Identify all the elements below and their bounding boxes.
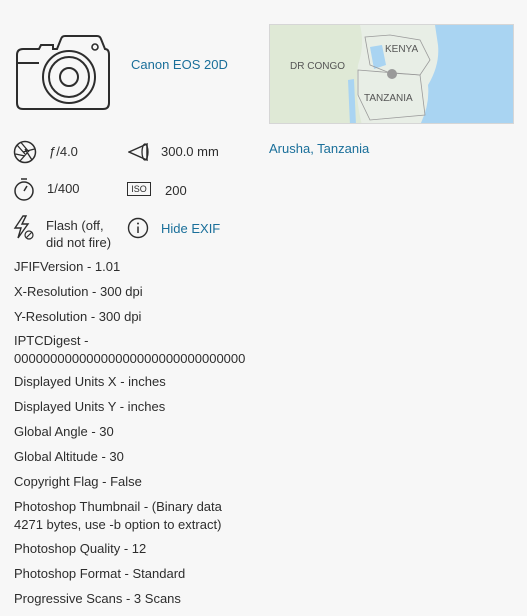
flash-off-icon — [13, 215, 34, 240]
exif-item-iptc-digest: IPTCDigest - — [14, 333, 89, 348]
aperture-icon — [13, 140, 37, 164]
stopwatch-icon — [14, 178, 34, 201]
exif-item-displayed-units-x: Displayed Units X - inches — [14, 374, 166, 389]
camera-icon — [16, 35, 110, 110]
exif-item-progressive-scans: Progressive Scans - 3 Scans — [14, 591, 181, 606]
flash-status-line-2: did not fire) — [46, 235, 112, 250]
exif-item-iptc-digest-value: 00000000000000000000000000000000 — [14, 351, 246, 366]
exif-item-photoshop-thumbnail: Photoshop Thumbnail - (Binary data — [14, 499, 222, 514]
location-link[interactable]: Arusha, Tanzania — [269, 141, 369, 156]
camera-model-link[interactable]: Canon EOS 20D — [131, 57, 228, 72]
map-graphic: DR CONGO KENYA TANZANIA — [270, 25, 513, 123]
focal-length-icon — [128, 142, 149, 162]
map-label-tanzania: TANZANIA — [364, 93, 413, 104]
map-label-kenya: KENYA — [385, 44, 418, 55]
exif-panel: Canon EOS 20D DR CONGO KENYA TANZANIA Ar… — [0, 0, 527, 616]
iso-icon: ISO — [127, 182, 151, 196]
iso-value: 200 — [165, 183, 187, 198]
info-icon[interactable] — [127, 217, 149, 239]
exif-item-copyright-flag: Copyright Flag - False — [14, 474, 142, 489]
location-map[interactable]: DR CONGO KENYA TANZANIA — [269, 24, 514, 124]
hide-exif-link[interactable]: Hide EXIF — [161, 221, 220, 236]
flash-status: Flash (off, did not fire) — [46, 217, 111, 251]
flash-status-line-1: Flash (off, — [46, 218, 104, 233]
exif-item-displayed-units-y: Displayed Units Y - inches — [14, 399, 166, 414]
exif-item-global-angle: Global Angle - 30 — [14, 424, 114, 439]
exif-item-y-resolution: Y-Resolution - 300 dpi — [14, 309, 142, 324]
exif-item-x-resolution: X-Resolution - 300 dpi — [14, 284, 143, 299]
exif-item-photoshop-format: Photoshop Format - Standard — [14, 566, 186, 581]
exif-item-global-altitude: Global Altitude - 30 — [14, 449, 124, 464]
map-label-dr-congo: DR CONGO — [290, 61, 345, 72]
shutter-speed-value: 1/400 — [47, 181, 80, 196]
exif-item-jfif-version: JFIFVersion - 1.01 — [14, 259, 121, 274]
aperture-value: ƒ/4.0 — [49, 144, 78, 159]
exif-item-photoshop-thumbnail-cont: 4271 bytes, use -b option to extract) — [14, 517, 222, 532]
exif-item-photoshop-quality: Photoshop Quality - 12 — [14, 541, 147, 556]
focal-length-value: 300.0 mm — [161, 144, 219, 159]
